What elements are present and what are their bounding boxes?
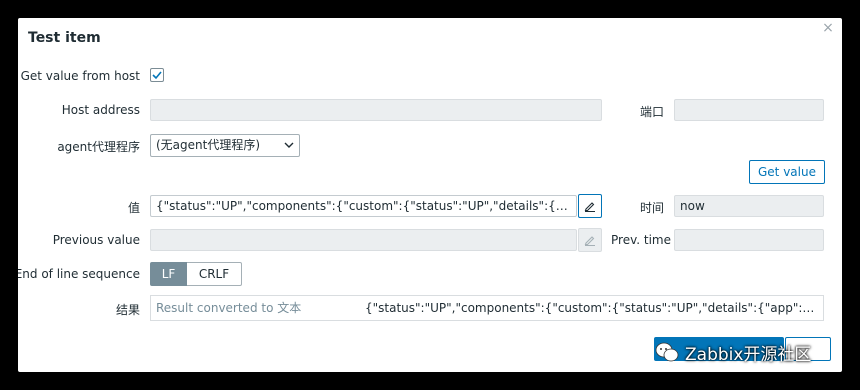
- proxy-select[interactable]: (无agent代理程序): [150, 134, 300, 157]
- previous-value-label: Previous value: [52, 233, 140, 247]
- eol-label: End of line sequence: [18, 267, 140, 281]
- eol-lf-option[interactable]: LF: [150, 262, 187, 286]
- watermark-text: Zabbix开源社区: [685, 344, 812, 365]
- host-address-label: Host address: [61, 103, 140, 117]
- pencil-icon: [584, 202, 595, 212]
- proxy-selected-value: (无agent代理程序): [156, 138, 261, 152]
- value-label: 值: [127, 201, 140, 215]
- checkmark-icon: [152, 71, 162, 80]
- eol-crlf-option[interactable]: CRLF: [187, 262, 242, 286]
- close-icon[interactable]: ×: [820, 20, 836, 36]
- get-value-from-host-checkbox[interactable]: [150, 68, 164, 82]
- edit-previous-value-button: [578, 228, 602, 252]
- edit-value-button[interactable]: [578, 194, 602, 218]
- prev-time-input: [674, 229, 824, 251]
- wechat-icon: [655, 342, 679, 362]
- test-item-dialog: Test item × Get value from host Host add…: [18, 18, 842, 372]
- dialog-title: Test item: [28, 30, 101, 46]
- result-converted-label: Result converted to 文本: [156, 301, 302, 315]
- pencil-icon: [584, 236, 595, 246]
- port-label: 端口: [640, 105, 665, 119]
- get-value-button[interactable]: Get value: [749, 160, 825, 184]
- previous-value-input: [150, 229, 577, 251]
- value-input[interactable]: {"status":"UP","components":{"custom":{"…: [150, 195, 577, 217]
- proxy-label: agent代理程序: [57, 140, 140, 154]
- watermark: Zabbix开源社区: [655, 336, 811, 368]
- port-input[interactable]: [674, 99, 824, 121]
- result-label: 结果: [115, 303, 140, 317]
- chevron-down-icon: [284, 142, 294, 148]
- time-input[interactable]: now: [674, 195, 824, 217]
- host-address-input[interactable]: [150, 99, 602, 121]
- result-box: Result converted to 文本 {"status":"UP","c…: [150, 295, 824, 321]
- eol-toggle: LF CRLF: [150, 262, 242, 286]
- time-label: 时间: [640, 201, 665, 215]
- prev-time-label: Prev. time: [611, 233, 671, 247]
- result-value: {"status":"UP","components":{"custom":{"…: [365, 301, 819, 315]
- get-value-from-host-label: Get value from host: [20, 69, 140, 83]
